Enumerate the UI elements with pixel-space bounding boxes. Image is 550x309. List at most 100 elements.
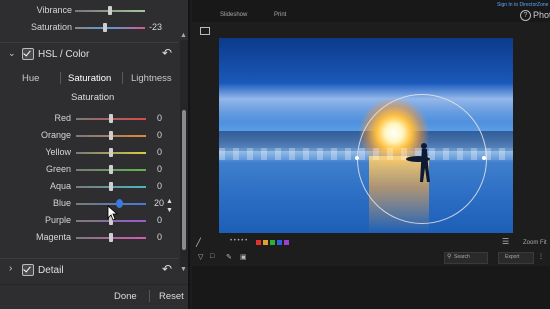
saturation-knob[interactable] [103, 23, 107, 32]
hsl-header[interactable]: ⌄ HSL / Color ↶ [0, 45, 178, 63]
saturation-value[interactable]: -23 [122, 22, 162, 32]
tab-lightness[interactable]: Lightness [131, 73, 172, 84]
hsl-row-value[interactable]: 0 [122, 181, 162, 191]
menu-slideshow[interactable]: Slideshow [220, 12, 247, 18]
scroll-down-icon[interactable]: ▼ [180, 266, 187, 273]
divider [0, 284, 188, 285]
reset-arrow-icon[interactable]: ↶ [162, 46, 172, 60]
search-placeholder: Search [454, 254, 470, 260]
stepper-up-icon[interactable]: ▲ [166, 198, 173, 205]
color-label-green[interactable] [270, 240, 275, 245]
detail-title: Detail [38, 265, 64, 276]
hsl-title: HSL / Color [38, 49, 90, 60]
hsl-row-label: Purple [44, 215, 71, 225]
done-button[interactable]: Done [114, 291, 137, 302]
search-icon: ⚲ [447, 254, 452, 260]
hsl-slider-knob[interactable] [109, 233, 113, 242]
hsl-row-yellow: Yellow 0 [0, 145, 188, 161]
hsl-row-value[interactable]: 20 [124, 198, 164, 208]
brush-icon[interactable]: ✎ [226, 253, 232, 261]
color-label-purple[interactable] [284, 240, 289, 245]
chevron-right-icon[interactable]: › [9, 263, 12, 274]
hsl-row-label: Red [54, 113, 71, 123]
tab-divider [60, 72, 61, 84]
tab-saturation[interactable]: Saturation [68, 73, 111, 84]
detail-header[interactable]: › Detail ↶ [0, 261, 178, 279]
top-menu-bar: Slideshow Print Sign In to DirectorZone … [192, 0, 550, 22]
export-label: Export [505, 254, 520, 260]
adjustment-panel: Vibrance Saturation -23 ⌄ HSL / Color ↶ … [0, 0, 190, 309]
vibrance-slider[interactable] [75, 6, 145, 15]
export-button[interactable]: Export [498, 252, 534, 264]
stepper-down-icon[interactable]: ▼ [166, 207, 173, 214]
hsl-row-value[interactable]: 0 [122, 164, 162, 174]
help-icon[interactable]: ? [520, 10, 531, 21]
reset-button[interactable]: Reset [159, 291, 184, 302]
hsl-row-value[interactable]: 0 [122, 113, 162, 123]
hsl-row-aqua: Aqua 0 [0, 179, 188, 195]
mouse-cursor-icon [107, 205, 119, 221]
search-field[interactable]: ⚲ Search [444, 252, 488, 264]
vibrance-knob[interactable] [108, 6, 112, 15]
photo-canvas[interactable] [219, 38, 513, 233]
color-label-blue[interactable] [277, 240, 282, 245]
hsl-row-label: Blue [52, 198, 71, 208]
hsl-slider-knob[interactable] [109, 148, 113, 157]
hsl-row-blue: Blue 20 [0, 196, 188, 212]
signin-link[interactable]: Sign In to DirectorZone [497, 2, 548, 8]
grid-view-icon[interactable]: ☰ [502, 237, 509, 246]
hsl-row-value[interactable]: 0 [122, 232, 162, 242]
hsl-subtitle: Saturation [71, 92, 115, 103]
hsl-enable-checkbox[interactable] [22, 48, 34, 60]
color-label-red[interactable] [256, 240, 261, 245]
fit-button[interactable]: Fit [540, 240, 547, 246]
zoom-label: Zoom [523, 240, 539, 246]
hsl-row-label: Magenta [35, 232, 71, 242]
hsl-row-label: Aqua [49, 181, 71, 191]
crop-icon[interactable]: ╱ [196, 238, 201, 247]
saturation-row: Saturation -23 [0, 20, 188, 36]
vibrance-row: Vibrance [0, 3, 188, 19]
detail-enable-checkbox[interactable] [22, 264, 34, 276]
select-icon[interactable]: □ [210, 253, 214, 260]
main-view: Slideshow Print Sign In to DirectorZone … [192, 0, 550, 309]
reset-arrow-icon[interactable]: ↶ [162, 262, 172, 276]
view-mode-icon[interactable] [200, 27, 210, 35]
blue-stepper[interactable]: ▲ ▼ [166, 198, 174, 216]
sort-icon[interactable]: ▽ [198, 253, 203, 261]
scrollbar-thumb[interactable] [182, 110, 186, 250]
filmstrip [192, 266, 550, 309]
divider [0, 258, 178, 259]
hsl-row-value[interactable]: 0 [122, 215, 162, 225]
hsl-slider-knob[interactable] [109, 131, 113, 140]
scroll-up-icon[interactable]: ▲ [180, 32, 187, 39]
divider [0, 42, 178, 43]
color-label-orange[interactable] [263, 240, 268, 245]
hsl-tabs: Hue Saturation Lightness [0, 70, 178, 86]
hsl-slider-knob[interactable] [109, 114, 113, 123]
hsl-row-label: Orange [40, 130, 71, 140]
chevron-down-icon[interactable]: ⌄ [8, 48, 16, 59]
hsl-row-orange: Orange 0 [0, 128, 188, 144]
hsl-row-red: Red 0 [0, 111, 188, 127]
bottom-toolbar: ╱ • • • • • ☰ Zoom Fit [192, 236, 550, 250]
mask-handle[interactable] [355, 156, 359, 160]
hsl-row-purple: Purple 0 [0, 213, 188, 229]
radial-mask-circle[interactable] [357, 94, 487, 224]
rating-dots[interactable]: • • • • • [230, 238, 247, 244]
hsl-row-magenta: Magenta 0 [0, 230, 188, 246]
menu-print[interactable]: Print [274, 12, 286, 18]
filmstrip-toolbar: ▽ □ ✎ ▣ ⚲ Search Export ⋮ [192, 252, 550, 264]
saturation-label: Saturation [30, 22, 72, 32]
tab-hue[interactable]: Hue [22, 73, 39, 84]
hsl-slider-knob[interactable] [109, 182, 113, 191]
stack-icon[interactable]: ▣ [240, 253, 247, 261]
hsl-row-label: Yellow [45, 147, 71, 157]
vibrance-label: Vibrance [36, 5, 72, 15]
mask-handle[interactable] [482, 156, 486, 160]
hsl-row-value[interactable]: 0 [122, 147, 162, 157]
hsl-row-value[interactable]: 0 [122, 130, 162, 140]
tab-divider [122, 72, 123, 84]
more-options-icon[interactable]: ⋮ [538, 253, 544, 260]
hsl-slider-knob[interactable] [109, 165, 113, 174]
